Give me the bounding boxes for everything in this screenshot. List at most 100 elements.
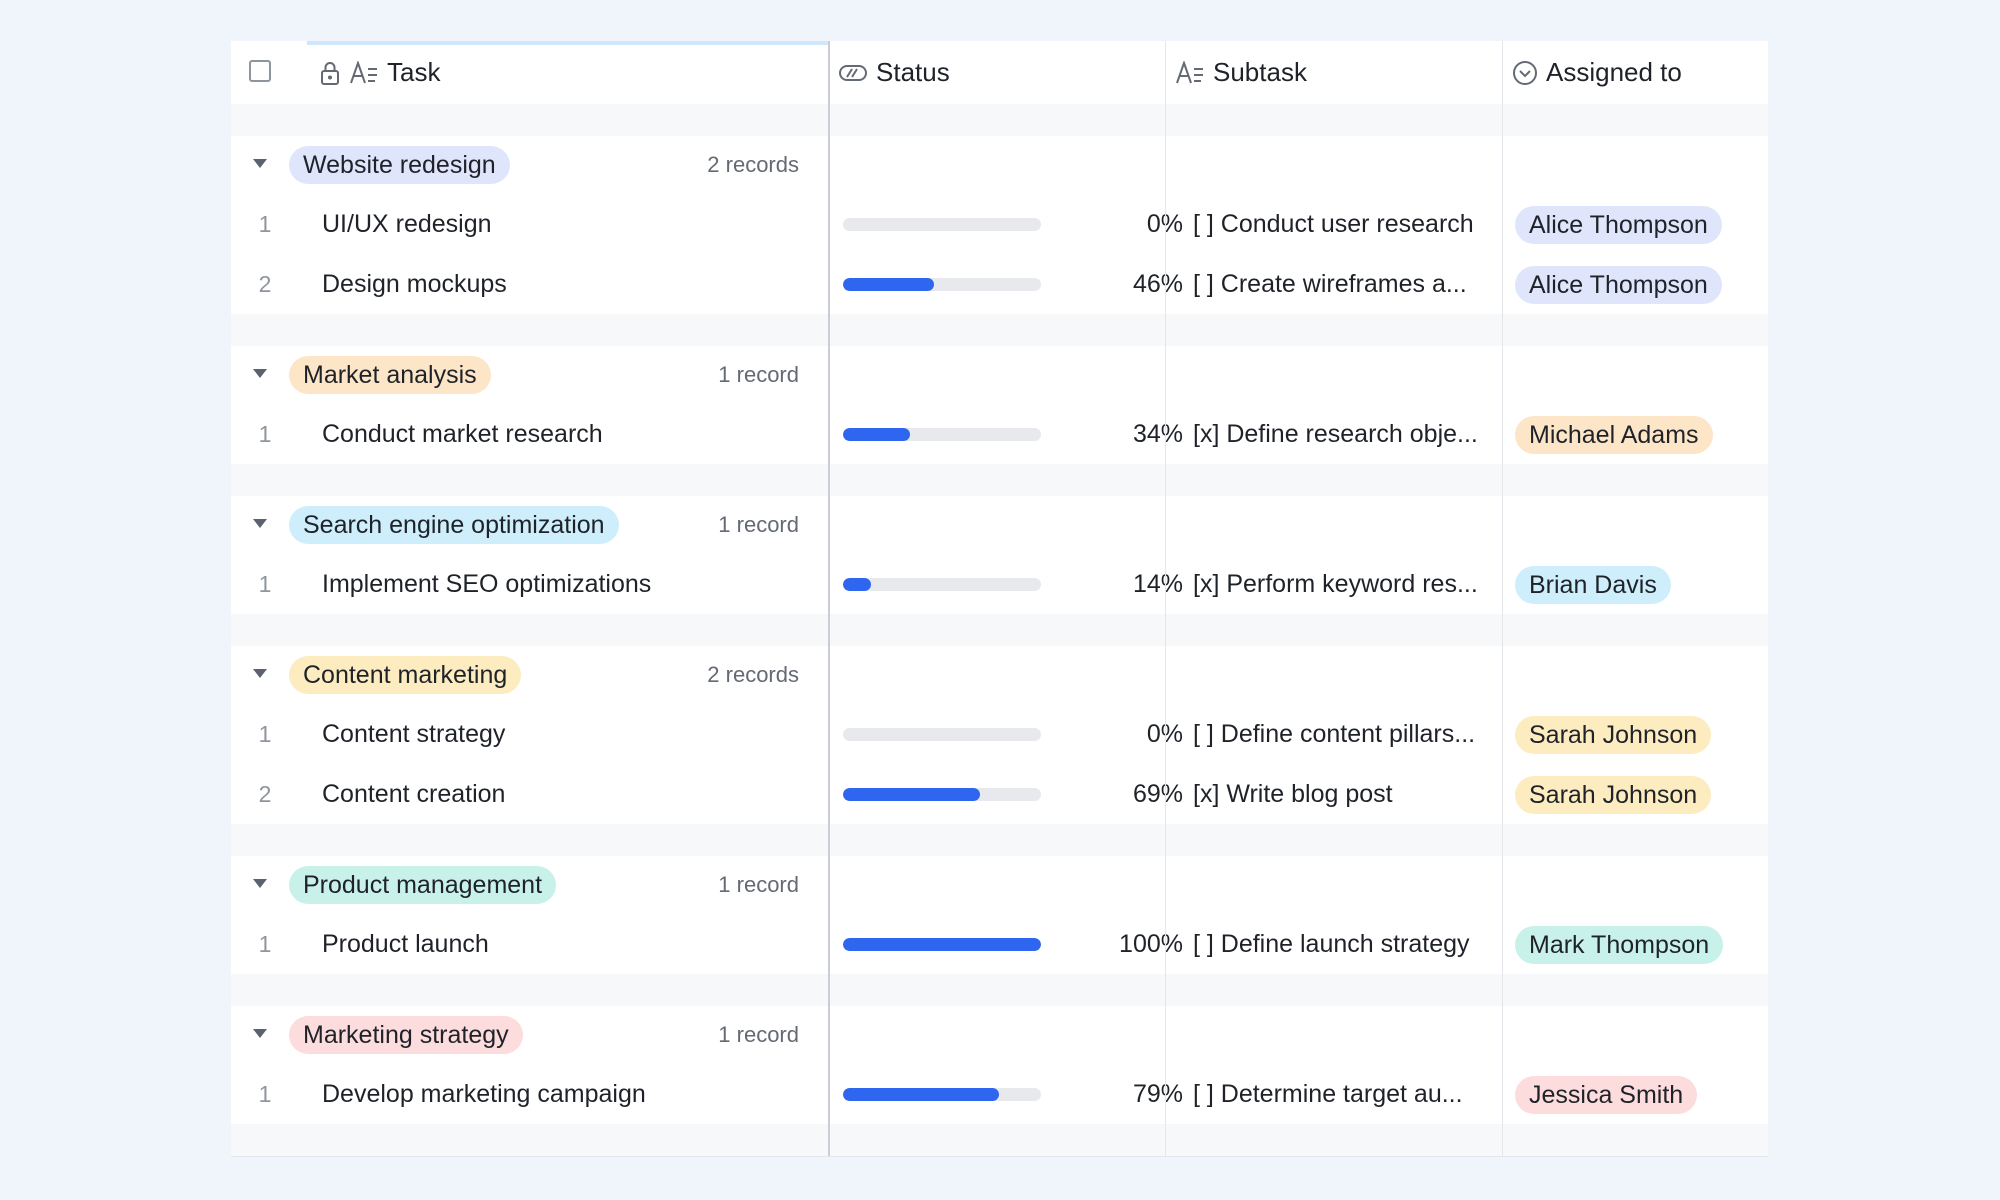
group-record-count: 1 record [718, 512, 799, 537]
task-name-cell[interactable]: Content strategy [322, 704, 505, 764]
group-row[interactable]: Search engine optimization 1 record [231, 496, 1768, 555]
group-record-count: 1 record [718, 1022, 799, 1047]
subtask-cell[interactable]: [x] Perform keyword res... [1181, 554, 1497, 614]
column-header-task-label: Task [387, 57, 441, 87]
collapse-caret-icon[interactable] [253, 669, 267, 678]
subtask-cell[interactable]: [ ] Define content pillars... [1181, 704, 1497, 764]
group-record-count: 2 records [707, 662, 799, 687]
subtask-cell[interactable]: [ ] Conduct user research [1181, 194, 1497, 254]
table-row[interactable]: 2 Design mockups 46%[ ] Create wireframes … [231, 254, 1768, 315]
progress-bar [843, 1088, 1041, 1101]
progress-bar-fill [843, 1088, 1000, 1101]
group-spacer [231, 614, 1768, 647]
assignee-tag[interactable]: Alice Thompson [1515, 206, 1722, 244]
table-row[interactable]: 1 Conduct market research 34% [x] Define re… [231, 404, 1768, 465]
group-label: Marketing strategy [289, 1016, 523, 1054]
task-name-cell[interactable]: Content creation [322, 764, 505, 824]
collapse-caret-icon[interactable] [253, 369, 267, 378]
column-header-status-label: Status [876, 57, 950, 87]
group-spacer [231, 974, 1768, 1007]
select-all-checkbox[interactable] [249, 60, 271, 82]
group-spacer [231, 314, 1768, 347]
subtask-cell[interactable]: [x] Define research obje... [1181, 404, 1497, 464]
task-name-cell[interactable]: Design mockups [322, 254, 507, 314]
progress-field-icon [838, 63, 868, 83]
table-row[interactable]: 1 UI/UX redesign 0%[ ] Conduct user resear… [231, 194, 1768, 255]
progress-bar-fill [843, 578, 871, 591]
column-header-subtask[interactable]: Subtask [1175, 41, 1307, 104]
assignee-tag[interactable]: Jessica Smith [1515, 1076, 1698, 1114]
group-spacer [231, 824, 1768, 857]
lock-icon [319, 60, 341, 86]
group-record-count: 1 record [718, 362, 799, 387]
group-row[interactable]: Content marketing 2 records [231, 646, 1768, 705]
table-row[interactable]: 1 Content strategy 0%[ ] Define content pi… [231, 704, 1768, 765]
progress-bar [843, 278, 1041, 291]
group-label: Content marketing [289, 656, 522, 694]
group-spacer [231, 104, 1768, 137]
progress-bar [843, 728, 1041, 741]
table-header: Task Status Subtask Assigned to [231, 41, 1768, 105]
group-row[interactable]: Marketing strategy 1 record [231, 1006, 1768, 1065]
column-divider [1502, 41, 1503, 1156]
row-number: 1 [258, 931, 272, 957]
task-name-cell[interactable]: Implement SEO optimizations [322, 554, 651, 614]
assignee-tag[interactable]: Brian Davis [1515, 566, 1671, 604]
group-record-count: 2 records [707, 152, 799, 177]
assignee-tag[interactable]: Alice Thompson [1515, 266, 1722, 304]
column-header-assigned-label: Assigned to [1546, 57, 1682, 87]
progress-bar-fill [843, 278, 935, 291]
column-header-status[interactable]: Status [838, 41, 950, 104]
assignee-tag[interactable]: Sarah Johnson [1515, 716, 1712, 754]
group-record-count: 1 record [718, 872, 799, 897]
collapse-caret-icon[interactable] [253, 159, 267, 168]
column-header-assigned[interactable]: Assigned to [1512, 41, 1682, 104]
table-row[interactable]: 1 Implement SEO optimizations 14% [x] Perfo… [231, 554, 1768, 615]
progress-bar [843, 428, 1041, 441]
assignee-tag[interactable]: Michael Adams [1515, 416, 1713, 454]
group-label: Website redesign [289, 146, 510, 184]
group-label: Search engine optimization [289, 506, 619, 544]
group-row[interactable]: Product management 1 record [231, 856, 1768, 915]
row-number: 1 [258, 571, 272, 597]
collapse-caret-icon[interactable] [253, 519, 267, 528]
group-row[interactable]: Market analysis 1 record [231, 346, 1768, 405]
progress-bar [843, 938, 1041, 951]
table-row[interactable]: 1 Develop marketing campaign 79%[ ] Determ… [231, 1064, 1768, 1125]
progress-bar [843, 578, 1041, 591]
frozen-column-divider [828, 41, 830, 1156]
progress-bar [843, 788, 1041, 801]
table-row[interactable]: 2 Content creation 69% [x] Write blog post S… [231, 764, 1768, 825]
row-number: 1 [258, 211, 272, 237]
task-name-cell[interactable]: Conduct market research [322, 404, 603, 464]
column-divider [1165, 41, 1166, 1156]
row-number: 1 [258, 1081, 272, 1107]
group-spacer [231, 1124, 1768, 1157]
row-number: 2 [258, 271, 272, 297]
task-name-cell[interactable]: UI/UX redesign [322, 194, 492, 254]
column-header-task[interactable]: Task [319, 41, 440, 104]
task-name-cell[interactable]: Develop marketing campaign [322, 1064, 646, 1124]
group-spacer [231, 464, 1768, 497]
row-number: 1 [258, 721, 272, 747]
progress-bar-fill [843, 428, 911, 441]
text-field-icon [1175, 60, 1205, 85]
subtask-cell[interactable]: [ ] Create wireframes a... [1181, 254, 1497, 314]
group-row[interactable]: Website redesign 2 records [231, 136, 1768, 195]
table-grid: Task Status Subtask Assigned to Website … [231, 41, 1768, 1157]
text-field-icon [349, 60, 379, 85]
progress-bar-fill [843, 788, 980, 801]
single-select-icon [1512, 60, 1538, 86]
assignee-tag[interactable]: Mark Thompson [1515, 926, 1724, 964]
collapse-caret-icon[interactable] [253, 879, 267, 888]
subtask-cell[interactable]: [ ] Determine target au... [1181, 1064, 1497, 1124]
progress-bar [843, 218, 1041, 231]
row-number: 2 [258, 781, 272, 807]
assignee-tag[interactable]: Sarah Johnson [1515, 776, 1712, 814]
table-row[interactable]: 1 Product launch 100%[ ] Define launch str… [231, 914, 1768, 975]
subtask-cell[interactable]: [x] Write blog post [1181, 764, 1497, 824]
task-name-cell[interactable]: Product launch [322, 914, 489, 974]
column-header-subtask-label: Subtask [1213, 57, 1307, 87]
subtask-cell[interactable]: [ ] Define launch strategy [1181, 914, 1497, 974]
collapse-caret-icon[interactable] [253, 1029, 267, 1038]
